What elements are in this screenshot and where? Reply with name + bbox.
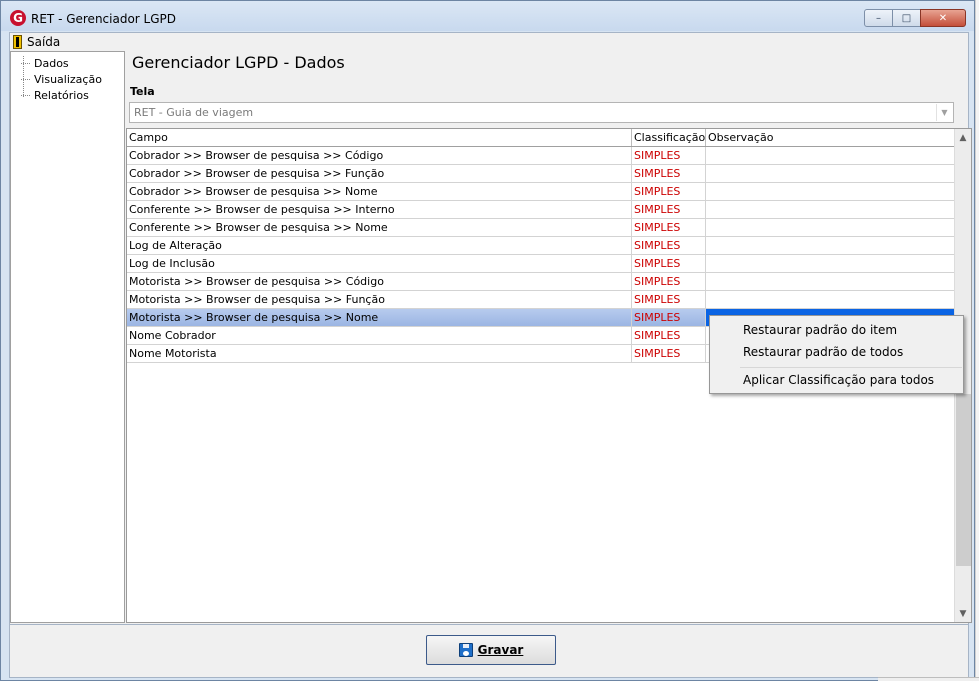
cell-observacao[interactable] — [706, 237, 955, 254]
tela-select[interactable]: RET - Guia de viagem ▼ — [129, 102, 954, 123]
context-menu: Restaurar padrão do item Restaurar padrã… — [709, 315, 964, 394]
tree-branch-line — [21, 94, 30, 96]
cell-campo[interactable]: Log de Alteração — [127, 237, 632, 254]
save-button[interactable]: Gravar — [426, 635, 556, 665]
title-bar[interactable]: G RET - Gerenciador LGPD – □ ✕ — [1, 1, 974, 31]
cell-campo[interactable]: Cobrador >> Browser de pesquisa >> Nome — [127, 183, 632, 200]
cell-classificacao[interactable]: SIMPLES — [632, 273, 706, 290]
tree-item-visualizacao[interactable]: Visualização — [21, 71, 102, 87]
cell-classificacao[interactable]: SIMPLES — [632, 165, 706, 182]
table-row[interactable]: Log de Inclusão SIMPLES — [127, 255, 955, 273]
cell-campo[interactable]: Conferente >> Browser de pesquisa >> Int… — [127, 201, 632, 218]
floppy-disk-icon — [458, 643, 473, 657]
tree-item-label: Dados — [34, 56, 69, 70]
tree-item-label: Visualização — [34, 72, 102, 86]
table-row[interactable]: Conferente >> Browser de pesquisa >> Nom… — [127, 219, 955, 237]
table-row[interactable]: Cobrador >> Browser de pesquisa >> Nome S… — [127, 183, 955, 201]
cell-classificacao[interactable]: SIMPLES — [632, 147, 706, 164]
context-menu-separator — [740, 367, 962, 368]
minimize-button[interactable]: – — [864, 9, 893, 27]
close-button[interactable]: ✕ — [920, 9, 966, 27]
tree-branch-line — [21, 62, 30, 64]
scroll-up-icon[interactable]: ▲ — [955, 129, 971, 146]
cell-campo[interactable]: Nome Motorista — [127, 345, 632, 362]
table-row[interactable]: Log de Alteração SIMPLES — [127, 237, 955, 255]
maximize-button[interactable]: □ — [892, 9, 921, 27]
app-logo-icon: G — [10, 10, 26, 26]
cell-classificacao[interactable]: SIMPLES — [632, 219, 706, 236]
cell-classificacao[interactable]: SIMPLES — [632, 255, 706, 272]
context-item-restore-all[interactable]: Restaurar padrão de todos — [711, 341, 962, 363]
tela-label: Tela — [130, 85, 155, 98]
tree-branch-line — [21, 78, 30, 80]
cell-classificacao[interactable]: SIMPLES — [632, 237, 706, 254]
cell-classificacao[interactable]: SIMPLES — [632, 201, 706, 218]
cell-classificacao[interactable]: SIMPLES — [632, 309, 706, 326]
context-item-restore-item[interactable]: Restaurar padrão do item — [711, 319, 962, 341]
table-row[interactable]: Conferente >> Browser de pesquisa >> Int… — [127, 201, 955, 219]
column-header-observacao[interactable]: Observação — [706, 129, 955, 146]
cell-observacao[interactable] — [706, 183, 955, 200]
cell-observacao[interactable] — [706, 147, 955, 164]
table-row[interactable]: Cobrador >> Browser de pesquisa >> Códig… — [127, 147, 955, 165]
cell-observacao[interactable] — [706, 291, 955, 308]
page-title: Gerenciador LGPD - Dados — [132, 53, 345, 72]
window-controls: – □ ✕ — [864, 9, 966, 27]
cell-campo[interactable]: Conferente >> Browser de pesquisa >> Nom… — [127, 219, 632, 236]
cell-observacao[interactable] — [706, 255, 955, 272]
menu-exit[interactable]: Saída — [13, 34, 60, 50]
table-row[interactable]: Motorista >> Browser de pesquisa >> Códi… — [127, 273, 955, 291]
cell-observacao[interactable] — [706, 219, 955, 236]
table-row[interactable]: Motorista >> Browser de pesquisa >> Funç… — [127, 291, 955, 309]
cell-campo[interactable]: Nome Cobrador — [127, 327, 632, 344]
grid-header: Campo Classificação Observação — [127, 129, 955, 147]
cell-classificacao[interactable]: SIMPLES — [632, 345, 706, 362]
column-header-classificacao[interactable]: Classificação — [632, 129, 706, 146]
cell-campo[interactable]: Motorista >> Browser de pesquisa >> Códi… — [127, 273, 632, 290]
tree-item-dados[interactable]: Dados — [21, 55, 69, 71]
exit-door-icon — [13, 35, 22, 49]
menu-bar: Saída — [10, 33, 968, 51]
cell-classificacao[interactable]: SIMPLES — [632, 183, 706, 200]
background-window-edge-bottom — [878, 677, 979, 681]
tela-select-value: RET - Guia de viagem — [134, 106, 254, 119]
navigation-tree: Dados Visualização Relatórios — [10, 51, 125, 623]
cell-campo[interactable]: Cobrador >> Browser de pesquisa >> Funçã… — [127, 165, 632, 182]
cell-campo[interactable]: Log de Inclusão — [127, 255, 632, 272]
scroll-down-icon[interactable]: ▼ — [955, 605, 971, 622]
column-header-campo[interactable]: Campo — [127, 129, 632, 146]
cell-classificacao[interactable]: SIMPLES — [632, 327, 706, 344]
cell-campo[interactable]: Cobrador >> Browser de pesquisa >> Códig… — [127, 147, 632, 164]
cell-campo[interactable]: Motorista >> Browser de pesquisa >> Funç… — [127, 291, 632, 308]
menu-exit-label: Saída — [27, 35, 61, 49]
window-title: RET - Gerenciador LGPD — [31, 12, 177, 26]
table-row[interactable]: Cobrador >> Browser de pesquisa >> Funçã… — [127, 165, 955, 183]
cell-observacao[interactable] — [706, 165, 955, 182]
cell-classificacao[interactable]: SIMPLES — [632, 291, 706, 308]
chevron-down-icon[interactable]: ▼ — [936, 104, 952, 121]
context-item-apply-classification-all[interactable]: Aplicar Classificação para todos — [711, 369, 962, 391]
scrollbar-thumb[interactable] — [956, 394, 971, 566]
tree-item-relatorios[interactable]: Relatórios — [21, 87, 89, 103]
cell-observacao[interactable] — [706, 273, 955, 290]
tree-item-label: Relatórios — [34, 88, 89, 102]
cell-observacao[interactable] — [706, 201, 955, 218]
cell-campo[interactable]: Motorista >> Browser de pesquisa >> Nome — [127, 309, 632, 326]
background-window-edge — [975, 0, 979, 681]
save-button-label: Gravar — [477, 643, 524, 657]
footer-bar: Gravar — [10, 624, 968, 677]
